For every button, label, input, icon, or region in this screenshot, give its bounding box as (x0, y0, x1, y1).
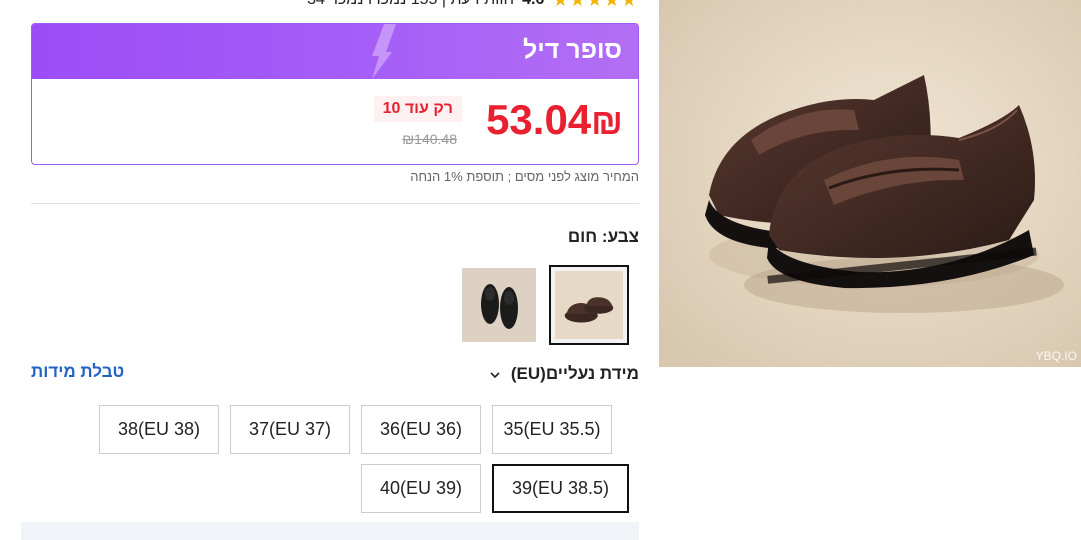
size-option-40[interactable]: 40(EU 39) (361, 464, 481, 513)
stock-badge: רק עוד 10 (373, 96, 462, 122)
currency-symbol: ₪ (591, 101, 623, 142)
size-option-38[interactable]: 38(EU 38) (99, 405, 219, 454)
brown-loafers-photo (659, 0, 1081, 367)
bottom-panel (21, 522, 639, 540)
lightning-bolt-icon (372, 24, 396, 79)
color-swatch-black[interactable] (462, 268, 536, 342)
rating-row: ★★★★★ 4.6 34 חוות דעת | 155 נמכרו נמכר (270, 0, 638, 10)
image-watermark: YBQ.IO (1035, 349, 1077, 363)
black-loafer-thumbnail (462, 268, 536, 342)
super-deal-box: סופר דיל 53.04₪ רק עוד 10 ₪140.48 (31, 23, 639, 165)
divider (31, 203, 639, 204)
color-label: צבע: חום (567, 227, 639, 246)
rating-value: 4.6 (522, 0, 544, 9)
color-swatch-brown[interactable] (549, 265, 629, 345)
rating-reviews[interactable]: 34 חוות דעת | 155 נמכרו נמכר (307, 0, 514, 9)
super-deal-header: סופר דיל (32, 24, 638, 79)
tax-note: המחיר מוצג לפני מסים ; תוספת 1% הנחה (410, 169, 639, 184)
rating-stars-icon: ★★★★★ (552, 0, 638, 11)
shoe-size-label: מידת נעליים(EU) (510, 364, 639, 383)
size-chart-link[interactable]: טבלת מידות (31, 362, 124, 382)
size-option-35[interactable]: 35(EU 35.5) (492, 405, 612, 454)
super-deal-title: סופר דיל (522, 36, 622, 64)
original-price: ₪140.48 (402, 131, 457, 147)
size-option-37[interactable]: 37(EU 37) (230, 405, 350, 454)
size-option-39[interactable]: 39(EU 38.5) (492, 464, 629, 513)
chevron-down-icon[interactable] (489, 370, 501, 380)
size-option-36[interactable]: 36(EU 36) (361, 405, 481, 454)
deal-price-area: 53.04₪ רק עוד 10 ₪140.48 (32, 79, 638, 164)
current-price: 53.04₪ (486, 96, 623, 146)
current-price-value: 53.04 (486, 96, 592, 143)
product-image[interactable]: YBQ.IO (659, 0, 1081, 367)
brown-loafer-thumbnail (555, 271, 623, 339)
